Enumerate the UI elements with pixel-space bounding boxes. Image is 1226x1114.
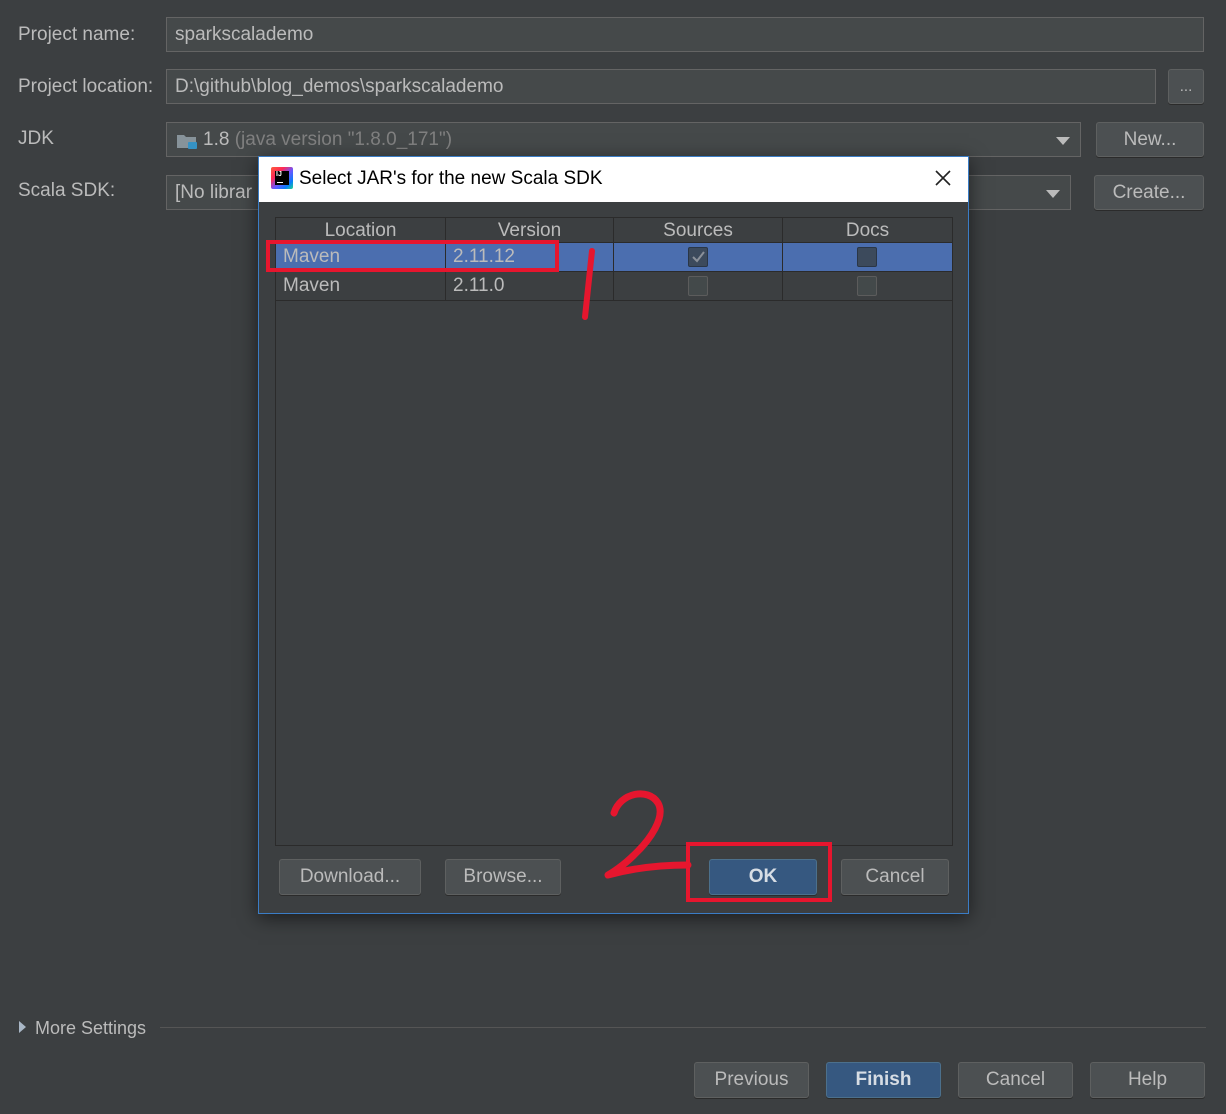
- jdk-new-button[interactable]: New...: [1096, 122, 1204, 157]
- column-header-version[interactable]: Version: [446, 218, 614, 242]
- scala-sdk-label: Scala SDK:: [18, 180, 116, 201]
- dialog-title: Select JAR's for the new Scala SDK: [299, 168, 603, 189]
- docs-checkbox[interactable]: [857, 247, 877, 267]
- dialog-cancel-button[interactable]: Cancel: [841, 859, 949, 895]
- folder-icon: [176, 132, 198, 149]
- cell-location: Maven: [276, 272, 446, 300]
- column-header-location[interactable]: Location: [276, 218, 446, 242]
- column-header-sources[interactable]: Sources: [614, 218, 783, 242]
- sdk-jars-table: Location Version Sources Docs Maven 2.11…: [275, 217, 953, 846]
- annotation-highlight-ok: [686, 842, 832, 902]
- jdk-label: JDK: [18, 128, 54, 149]
- more-settings-toggle[interactable]: More Settings: [35, 1018, 146, 1039]
- cell-sources: [614, 272, 783, 300]
- jdk-dropdown-arrow-icon[interactable]: [1056, 137, 1070, 145]
- browse-location-button[interactable]: ...: [1168, 69, 1204, 104]
- sources-checkbox[interactable]: [688, 276, 708, 296]
- jdk-detail: (java version "1.8.0_171"): [234, 129, 453, 150]
- table-row[interactable]: Maven 2.11.0: [276, 272, 952, 301]
- intellij-logo-icon: IJ: [271, 167, 293, 189]
- more-settings-divider: [160, 1027, 1206, 1028]
- dialog-title-bar: IJ Select JAR's for the new Scala SDK: [259, 157, 968, 202]
- project-location-input[interactable]: D:\github\blog_demos\sparkscalademo: [166, 69, 1156, 104]
- annotation-highlight-row: [266, 240, 559, 272]
- annotation-number-1: [582, 248, 595, 320]
- project-name-input[interactable]: sparkscalademo: [166, 17, 1204, 52]
- finish-button[interactable]: Finish: [826, 1062, 941, 1098]
- cancel-button[interactable]: Cancel: [958, 1062, 1073, 1098]
- expand-triangle-icon[interactable]: [18, 1020, 28, 1034]
- download-button[interactable]: Download...: [279, 859, 421, 895]
- jdk-version: 1.8: [203, 129, 230, 150]
- jdk-select[interactable]: 1.8 (java version "1.8.0_171"): [166, 122, 1081, 157]
- docs-checkbox[interactable]: [857, 276, 877, 296]
- previous-button[interactable]: Previous: [694, 1062, 809, 1098]
- annotation-number-2: [604, 790, 692, 879]
- cell-docs: [783, 243, 952, 271]
- scala-sdk-value: [No librar: [175, 182, 253, 203]
- help-button[interactable]: Help: [1090, 1062, 1205, 1098]
- project-location-label: Project location:: [18, 76, 154, 97]
- project-name-label: Project name:: [18, 24, 136, 45]
- browse-button[interactable]: Browse...: [445, 859, 561, 895]
- sources-checkbox-checked[interactable]: [688, 247, 708, 267]
- close-icon[interactable]: [932, 167, 954, 189]
- scala-create-button[interactable]: Create...: [1094, 175, 1204, 210]
- scala-sdk-dropdown-arrow-icon[interactable]: [1046, 190, 1060, 198]
- checkmark-icon: [692, 251, 705, 263]
- cell-docs: [783, 272, 952, 300]
- cell-sources: [614, 243, 783, 271]
- column-header-docs[interactable]: Docs: [783, 218, 952, 242]
